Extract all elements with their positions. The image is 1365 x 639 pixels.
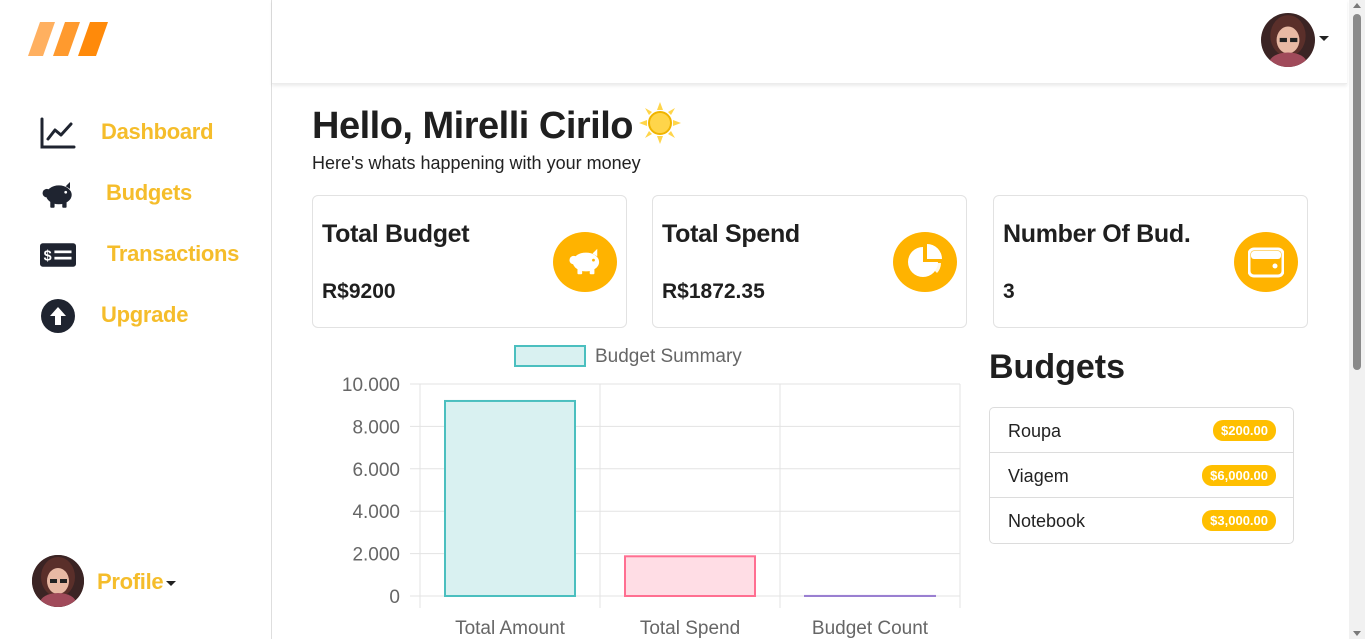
chevron-down-icon (166, 580, 177, 586)
list-item[interactable]: Viagem $6,000.00 (990, 453, 1293, 498)
piggy-bank-icon (553, 232, 617, 292)
arrow-up-circle-icon (40, 299, 76, 333)
card-title: Total Budget (322, 220, 470, 248)
y-tick-label: 8.000 (352, 417, 400, 438)
sidebar-item-upgrade[interactable]: Upgrade (4, 289, 272, 339)
sidebar-item-label: Dashboard (101, 119, 214, 144)
sidebar-item-label: Upgrade (101, 302, 189, 327)
card-title: Number Of Bud. (1003, 220, 1191, 248)
top-header (272, 0, 1347, 84)
page-subtitle: Here's whats happening with your money (312, 153, 641, 173)
card-value: 3 (1003, 280, 1015, 303)
chart-bar (624, 555, 756, 598)
x-tick-label: Total Spend (640, 618, 740, 639)
user-avatar[interactable] (1261, 13, 1315, 67)
budget-name: Viagem (1008, 466, 1069, 486)
legend-swatch (514, 345, 586, 367)
avatar (32, 555, 84, 607)
budgets-title: Budgets (989, 348, 1125, 386)
sidebar: Dashboard Budgets $ Transactions Upgrade… (4, 0, 272, 639)
legend-label: Budget Summary (595, 346, 742, 367)
wallet-icon (1234, 232, 1298, 292)
sidebar-item-label: Budgets (106, 180, 192, 205)
sidebar-item-transactions[interactable]: $ Transactions (4, 228, 272, 278)
page-title: Hello, Mirelli Cirilo (312, 102, 681, 154)
y-tick-label: 6.000 (352, 460, 400, 481)
scrollbar[interactable] (1349, 0, 1365, 639)
scroll-up-icon[interactable] (1353, 3, 1361, 8)
card-value: R$9200 (322, 280, 396, 303)
sun-icon (639, 102, 681, 154)
budget-name: Notebook (1008, 511, 1086, 531)
total-spend-card: Total Spend R$1872.35 (652, 195, 967, 328)
chart-bar (444, 399, 576, 597)
logo[interactable] (28, 22, 110, 56)
list-item[interactable]: Roupa $200.00 (990, 408, 1293, 453)
budget-summary-chart: Budget Summary 0 2.000 4.000 6.000 8.000 10.00… (342, 345, 961, 639)
budget-list: Roupa $200.00 Viagem $6,000.00 Notebook … (989, 407, 1294, 544)
y-tick-label: 4.000 (352, 502, 400, 523)
svg-text:$: $ (44, 248, 52, 264)
scroll-down-icon[interactable] (1353, 631, 1361, 636)
y-tick-label: 10.000 (342, 375, 400, 396)
profile-label: Profile (97, 569, 177, 595)
amount-badge: $200.00 (1213, 420, 1276, 441)
profile-menu[interactable]: Profile (32, 555, 232, 609)
sidebar-item-dashboard[interactable]: Dashboard (4, 106, 272, 156)
amount-badge: $6,000.00 (1202, 465, 1276, 486)
x-tick-label: Budget Count (812, 618, 929, 639)
y-tick-label: 0 (389, 587, 400, 608)
sidebar-item-budgets[interactable]: Budgets (4, 167, 272, 217)
y-tick-label: 2.000 (352, 545, 400, 566)
pie-chart-icon (893, 232, 957, 292)
total-budget-card: Total Budget R$9200 (312, 195, 627, 328)
x-tick-label: Total Amount (455, 618, 566, 639)
number-of-budgets-card: Number Of Bud. 3 (993, 195, 1308, 328)
money-bill-icon: $ (40, 238, 76, 272)
scrollbar-thumb[interactable] (1353, 14, 1361, 370)
card-value: R$1872.35 (662, 280, 765, 303)
budget-name: Roupa (1008, 421, 1062, 441)
chevron-down-icon[interactable] (1319, 36, 1329, 41)
card-title: Total Spend (662, 220, 800, 248)
piggy-bank-icon (40, 177, 76, 211)
sidebar-item-label: Transactions (107, 241, 240, 266)
amount-badge: $3,000.00 (1202, 510, 1276, 531)
list-item[interactable]: Notebook $3,000.00 (990, 498, 1293, 543)
chart-line-icon (40, 116, 76, 150)
app: Dashboard Budgets $ Transactions Upgrade… (0, 0, 1365, 639)
